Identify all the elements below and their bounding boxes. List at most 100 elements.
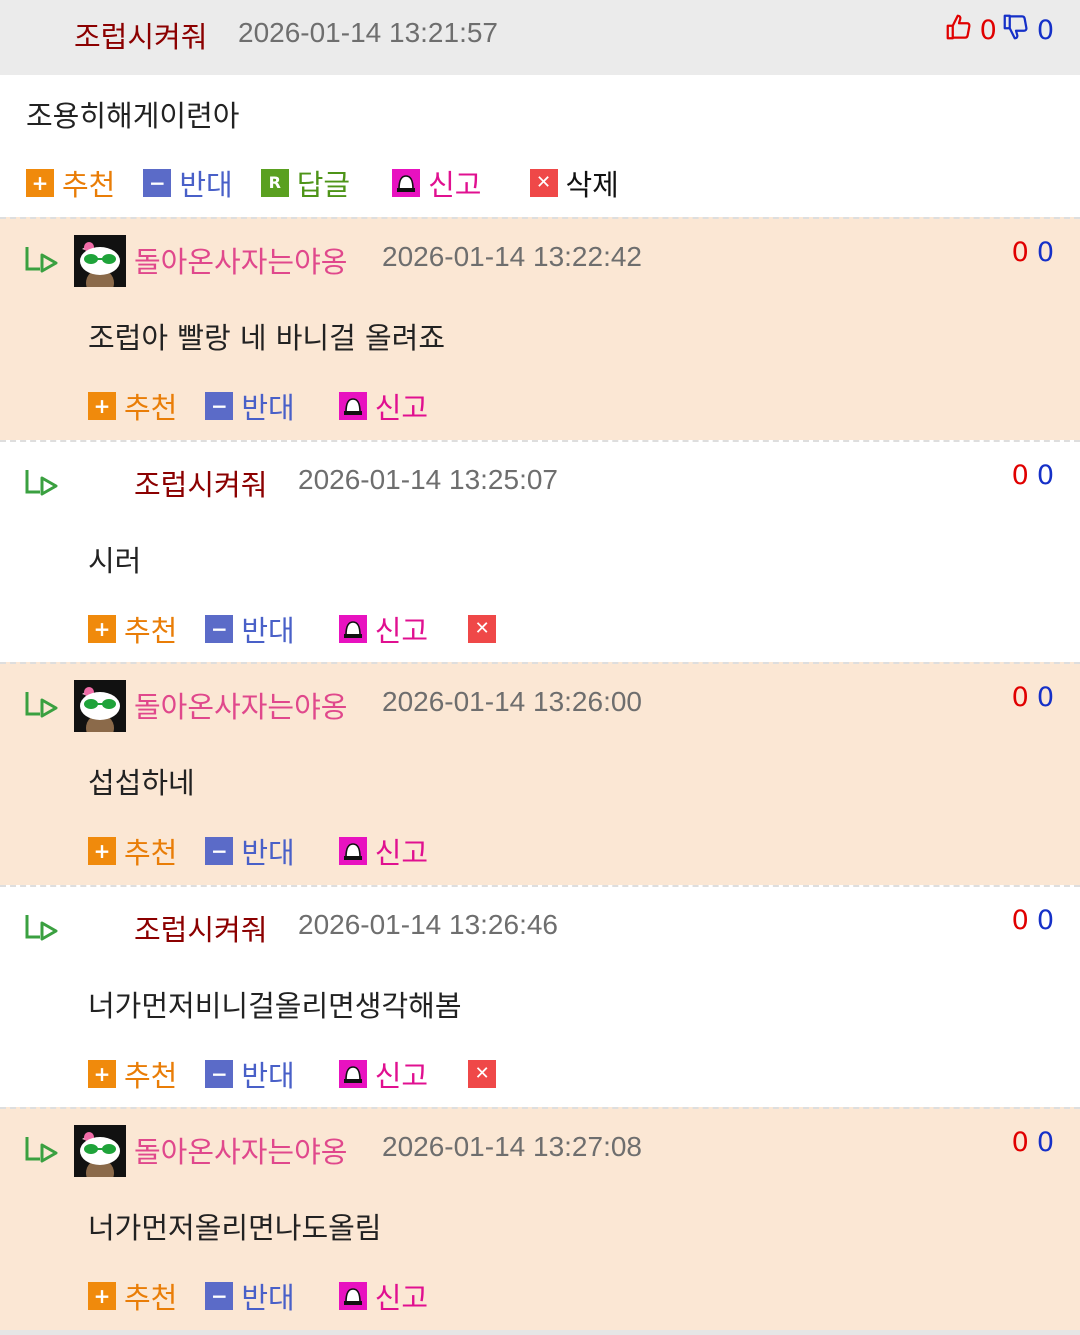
oppose-button[interactable]: − 반대: [205, 608, 295, 650]
recommend-label: 추천: [124, 836, 178, 870]
report-button[interactable]: 신고: [338, 608, 429, 650]
reply-arrow-icon: [24, 468, 60, 502]
recommend-label: 추천: [62, 168, 116, 202]
comment-author-nickname[interactable]: 조럽시켜줘: [134, 907, 267, 949]
report-label: 신고: [428, 168, 482, 202]
avatar[interactable]: [74, 1125, 126, 1177]
oppose-label: 반대: [241, 1281, 295, 1315]
comment-content: 조럽아 빨랑 네 바니걸 올려죠: [88, 321, 446, 355]
delete-button[interactable]: ✕: [468, 615, 504, 643]
report-button[interactable]: 신고: [392, 162, 482, 204]
report-label: 신고: [374, 614, 429, 648]
comment-item: 돌아온사자는야옹 2026-01-14 13:22:42 00 조럽아 빨랑 네…: [0, 217, 1080, 442]
reply-arrow-icon: [24, 913, 60, 947]
post-author-nickname[interactable]: 조럽시켜줘: [74, 14, 207, 56]
post-vote-counts: 0 0: [944, 12, 1054, 49]
comment-date: 2026-01-14 13:27:08: [382, 1131, 642, 1162]
post-down-count: 0: [1036, 15, 1054, 46]
siren-icon: [338, 615, 367, 643]
recommend-label: 추천: [124, 1059, 178, 1093]
comment-item: 조럽시켜줘 2026-01-14 13:26:46 00 너가먼저비니걸올리면생…: [0, 885, 1080, 1109]
report-label: 신고: [374, 1281, 429, 1315]
comment-item: 조럽시켜줘 2026-01-14 13:25:07 00 시러 + 추천 − 반대 …: [0, 440, 1080, 664]
comment-vote-counts: 00: [1012, 237, 1054, 268]
comment-actions: + 추천 − 반대 신고: [88, 1275, 456, 1317]
avatar[interactable]: [74, 235, 126, 287]
comment-down-count: 0: [1036, 237, 1054, 268]
comment-up-count: 0: [1011, 460, 1029, 491]
comment-content: 시러: [88, 544, 142, 578]
reply-arrow-icon: [24, 690, 60, 724]
recommend-label: 추천: [124, 1281, 178, 1315]
oppose-label: 반대: [241, 391, 295, 425]
recommend-button[interactable]: + 추천: [88, 385, 177, 427]
comment-actions: + 추천 − 반대 신고: [88, 385, 456, 427]
comment-vote-counts: 00: [1012, 1127, 1054, 1158]
comment-vote-counts: 00: [1012, 905, 1054, 936]
close-x-icon: ✕: [468, 615, 497, 643]
comment-author-nickname[interactable]: 돌아온사자는야옹: [134, 684, 347, 726]
report-button[interactable]: 신고: [338, 1053, 428, 1095]
plus-icon: +: [88, 392, 116, 420]
post-date: 2026-01-14 13:21:57: [238, 17, 498, 48]
minus-icon: −: [205, 1282, 234, 1310]
post-content: 조용히해게이련아: [26, 99, 240, 133]
oppose-button[interactable]: − 반대: [143, 162, 233, 204]
minus-icon: −: [205, 615, 234, 643]
plus-icon: +: [26, 169, 54, 197]
comment-up-count: 0: [1011, 237, 1029, 268]
comment-item: 돌아온사자는야옹 2026-01-14 13:26:00 00 섭섭하네 + 추천…: [0, 662, 1080, 887]
comment-up-count: 0: [1011, 682, 1029, 713]
post-actions: + 추천 − 반대 R 답글 신고 ✕ 삭제: [26, 162, 647, 204]
comment-author-nickname[interactable]: 돌아온사자는야옹: [134, 1129, 347, 1171]
siren-icon: [338, 837, 367, 865]
recommend-button[interactable]: + 추천: [26, 162, 115, 204]
delete-button[interactable]: ✕: [468, 1060, 504, 1088]
comment-date: 2026-01-14 13:26:00: [382, 686, 642, 717]
siren-icon: [338, 392, 367, 420]
post-header: 조럽시켜줘 2026-01-14 13:21:57 0 0: [0, 0, 1080, 75]
recommend-label: 추천: [124, 614, 178, 648]
plus-icon: +: [88, 615, 116, 643]
report-button[interactable]: 신고: [338, 830, 428, 872]
comment-down-count: 0: [1036, 905, 1054, 936]
recommend-button[interactable]: + 추천: [88, 830, 177, 872]
comment-up-count: 0: [1011, 905, 1029, 936]
reply-label: 답글: [296, 168, 351, 202]
oppose-button[interactable]: − 반대: [205, 830, 295, 872]
avatar[interactable]: [74, 680, 126, 732]
oppose-button[interactable]: − 반대: [205, 1053, 295, 1095]
thumbs-down-icon[interactable]: [1001, 12, 1031, 49]
plus-icon: +: [88, 1282, 116, 1310]
report-label: 신고: [374, 391, 429, 425]
report-button[interactable]: 신고: [338, 1275, 429, 1317]
delete-label: 삭제: [565, 168, 619, 202]
minus-icon: −: [143, 169, 172, 197]
delete-button[interactable]: ✕ 삭제: [529, 162, 619, 204]
comment-author-nickname[interactable]: 돌아온사자는야옹: [134, 239, 347, 281]
thumbs-up-icon[interactable]: [944, 12, 974, 49]
recommend-button[interactable]: + 추천: [88, 1053, 177, 1095]
reply-button[interactable]: R 답글: [260, 162, 351, 204]
comment-up-count: 0: [1011, 1127, 1029, 1158]
recommend-button[interactable]: + 추천: [88, 1275, 177, 1317]
close-x-icon: ✕: [468, 1060, 497, 1088]
plus-icon: +: [88, 1060, 116, 1088]
oppose-button[interactable]: − 반대: [205, 1275, 295, 1317]
minus-icon: −: [205, 1060, 234, 1088]
close-x-icon: ✕: [529, 169, 558, 197]
comment-down-count: 0: [1036, 682, 1054, 713]
comment-down-count: 0: [1036, 460, 1054, 491]
comment-content: 너가먼저올리면나도올림: [88, 1211, 382, 1245]
oppose-button[interactable]: − 반대: [205, 385, 295, 427]
recommend-label: 추천: [124, 391, 178, 425]
minus-icon: −: [205, 392, 234, 420]
comment-item: 돌아온사자는야옹 2026-01-14 13:27:08 00 너가먼저올리면나…: [0, 1107, 1080, 1332]
comment-content: 섭섭하네: [88, 766, 195, 800]
recommend-button[interactable]: + 추천: [88, 608, 177, 650]
comment-down-count: 0: [1036, 1127, 1054, 1158]
oppose-label: 반대: [179, 168, 233, 202]
comment-author-nickname[interactable]: 조럽시켜줘: [134, 462, 267, 504]
report-button[interactable]: 신고: [338, 385, 429, 427]
siren-icon: [392, 169, 421, 197]
